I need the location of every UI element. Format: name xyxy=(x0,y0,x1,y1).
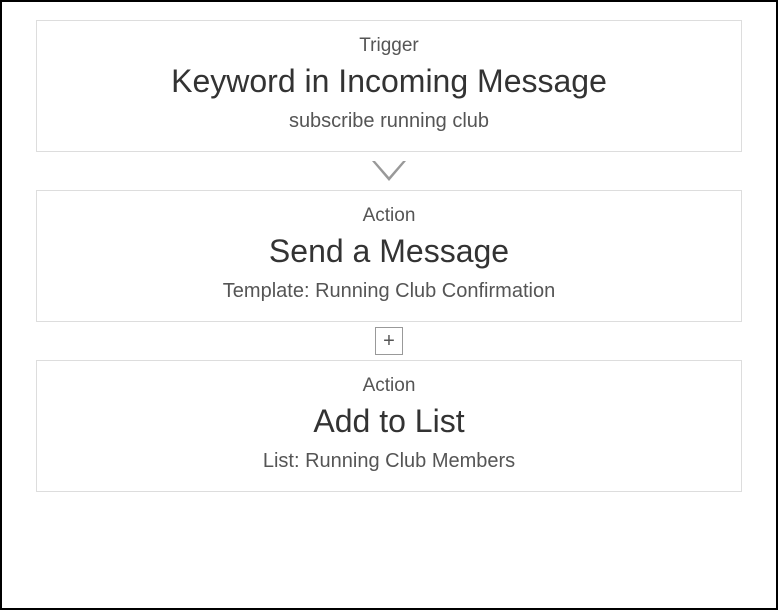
action-card[interactable]: Action Add to List List: Running Club Me… xyxy=(36,360,742,492)
trigger-card[interactable]: Trigger Keyword in Incoming Message subs… xyxy=(36,20,742,152)
step-title: Add to List xyxy=(57,403,721,440)
connector-add: + xyxy=(375,322,403,360)
plus-icon: + xyxy=(383,331,395,351)
step-type-label: Action xyxy=(57,375,721,397)
step-detail: Template: Running Club Confirmation xyxy=(57,280,721,303)
step-detail: subscribe running club xyxy=(57,110,721,133)
action-card[interactable]: Action Send a Message Template: Running … xyxy=(36,190,742,322)
step-title: Keyword in Incoming Message xyxy=(57,63,721,100)
chevron-down-icon xyxy=(372,161,406,181)
connector-arrow xyxy=(372,152,406,190)
step-detail: List: Running Club Members xyxy=(57,450,721,473)
step-title: Send a Message xyxy=(57,233,721,270)
step-type-label: Action xyxy=(57,205,721,227)
add-step-button[interactable]: + xyxy=(375,327,403,355)
step-type-label: Trigger xyxy=(57,35,721,57)
